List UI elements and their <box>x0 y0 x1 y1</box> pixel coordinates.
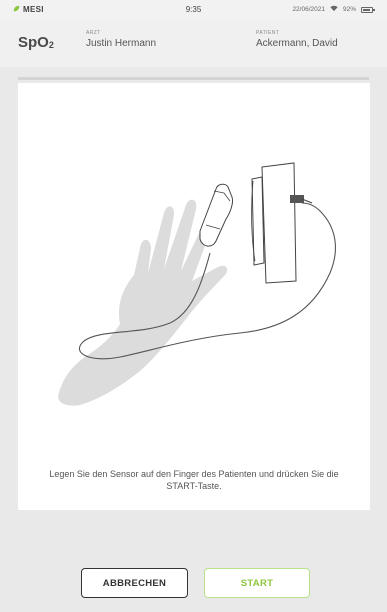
finger-clip-sensor <box>199 183 233 247</box>
instruction-card: Legen Sie den Sensor auf den Finger des … <box>18 83 370 510</box>
battery-level <box>363 8 370 11</box>
measurement-mode-title: SpO2 <box>18 34 54 51</box>
status-bar: MESI 9:35 22/06/2021 92% <box>0 0 387 19</box>
doctor-name: Justin Hermann <box>86 38 157 49</box>
header-divider <box>18 77 369 80</box>
date: 22/06/2021 <box>292 6 325 13</box>
start-button[interactable]: START <box>204 568 310 598</box>
patient-info: PATIENT Ackermann, David <box>256 30 338 49</box>
mode-subscript: 2 <box>48 40 54 50</box>
doctor-label: ARZT <box>86 30 101 36</box>
mode-name: SpO <box>18 34 49 51</box>
instruction-text: Legen Sie den Sensor auf den Finger des … <box>49 469 339 491</box>
system-indicators: 22/06/2021 92% <box>292 5 375 14</box>
battery-icon <box>361 6 375 13</box>
doctor-info: ARZT Justin Hermann <box>86 30 156 49</box>
patient-name: Ackermann, David <box>256 38 338 49</box>
wifi-icon <box>330 5 338 14</box>
measurement-device <box>251 162 313 284</box>
measurement-header: SpO2 ARZT Justin Hermann PATIENT Ackerma… <box>0 19 387 67</box>
battery-percent: 92% <box>342 6 356 13</box>
patient-label: PATIENT <box>256 30 280 36</box>
cancel-button[interactable]: ABBRECHEN <box>81 568 188 598</box>
finger-sensor-illustration <box>58 162 336 406</box>
